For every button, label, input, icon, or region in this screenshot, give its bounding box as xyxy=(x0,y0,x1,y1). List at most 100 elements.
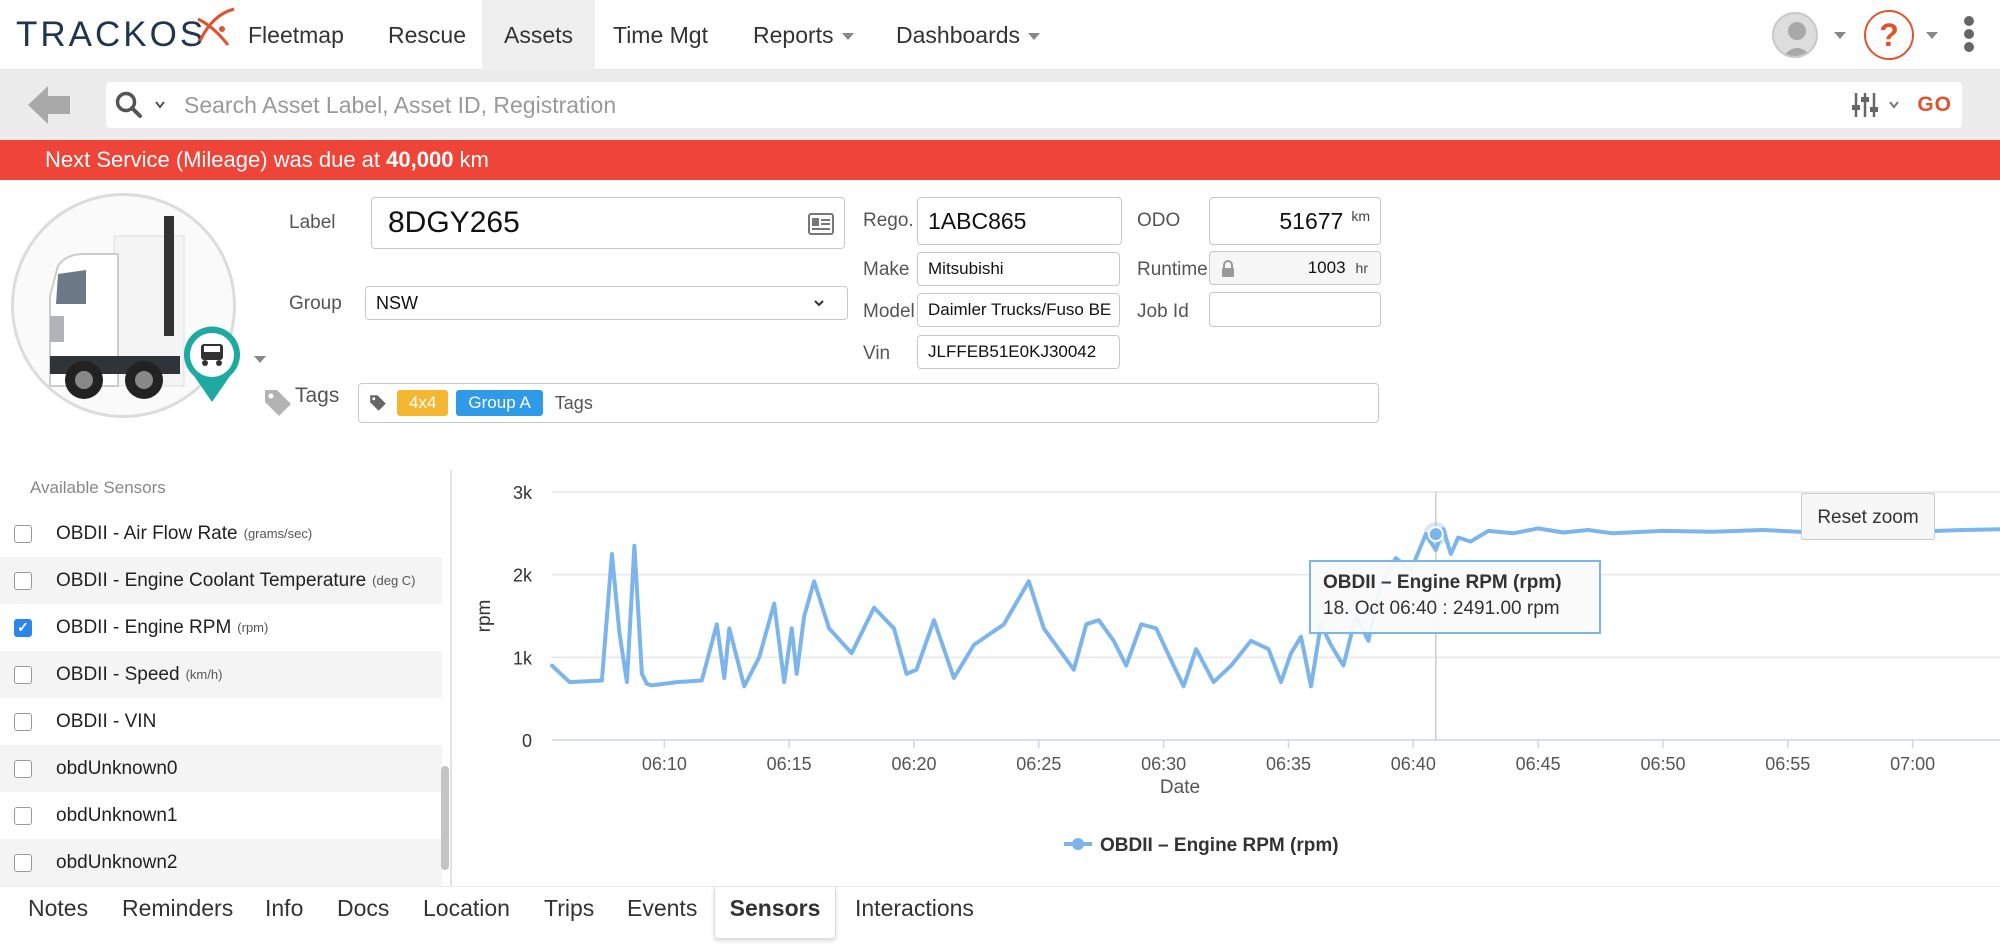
user-avatar[interactable] xyxy=(1772,12,1818,58)
id-card-icon[interactable] xyxy=(808,213,834,235)
nav-reports[interactable]: Reports xyxy=(731,0,876,70)
user-menu-caret-icon[interactable] xyxy=(1834,32,1846,39)
sensor-item[interactable]: obdUnknown0 xyxy=(0,745,442,792)
tag-group-a[interactable]: Group A xyxy=(456,390,543,416)
group-select[interactable]: NSW xyxy=(365,286,848,320)
hover-point xyxy=(1427,526,1444,543)
nav-time-mgt[interactable]: Time Mgt xyxy=(591,0,730,70)
photo-menu-caret-icon[interactable] xyxy=(254,356,266,363)
group-caption: Group xyxy=(289,293,342,314)
reset-zoom-button[interactable]: Reset zoom xyxy=(1801,493,1935,540)
sensor-checkbox-checked[interactable]: ✓ xyxy=(14,618,32,637)
sensor-item[interactable]: obdUnknown1 xyxy=(0,792,442,839)
nav-label: Assets xyxy=(504,22,574,48)
alert-value: 40,000 xyxy=(386,147,454,172)
trackos-logo[interactable]: TRACKOS xyxy=(16,7,238,58)
sensor-item[interactable]: obdUnknown2 xyxy=(0,839,442,886)
tab-interactions[interactable]: Interactions xyxy=(855,887,974,939)
rpm-line-chart[interactable]: 0 1k 2k 3k 06:10 06:15 06:20 06:25 06:30 06:35 06:… xyxy=(460,470,2000,886)
nav-dashboards[interactable]: Dashboards xyxy=(874,0,1062,70)
nav-label: Time Mgt xyxy=(613,22,708,48)
search-mode-chevron-icon[interactable] xyxy=(154,100,166,110)
top-navbar: TRACKOS Fleetmap Rescue Assets Time Mgt … xyxy=(0,0,2000,70)
tag-4x4[interactable]: 4x4 xyxy=(397,390,449,416)
tab-docs[interactable]: Docs xyxy=(337,887,389,939)
sensor-list-heading: Available Sensors xyxy=(30,478,166,497)
asset-label-field[interactable]: 8DGY265 xyxy=(371,197,845,249)
x-tick-label: 06:40 xyxy=(1391,754,1436,774)
x-tick-label: 06:10 xyxy=(642,754,687,774)
sensor-checkbox[interactable] xyxy=(14,806,32,825)
help-button[interactable]: ? xyxy=(1864,10,1914,60)
sensor-item[interactable]: ✓ OBDII - Engine RPM (rpm) xyxy=(0,604,442,651)
tab-sensors[interactable]: Sensors xyxy=(714,887,836,939)
sensor-checkbox[interactable] xyxy=(14,712,32,731)
tag-small-icon xyxy=(370,395,386,411)
sensor-label: OBDII - Speed xyxy=(56,663,180,685)
make-field[interactable]: Mitsubishi xyxy=(917,252,1120,286)
sensor-label: OBDII - Engine RPM xyxy=(56,616,232,638)
nav-label: Reports xyxy=(753,22,834,48)
x-tick-label: 06:25 xyxy=(1016,754,1061,774)
sensor-checkbox[interactable] xyxy=(14,759,32,778)
tags-caption: Tags xyxy=(295,384,340,407)
y-tick-label: 0 xyxy=(522,731,532,751)
nav-fleetmap[interactable]: Fleetmap xyxy=(226,0,366,70)
go-button[interactable]: GO xyxy=(1917,82,1952,128)
filter-chevron-icon[interactable] xyxy=(1888,100,1900,110)
sensor-unit: (deg C) xyxy=(372,573,416,588)
model-caption: Model xyxy=(863,301,915,322)
tab-trips[interactable]: Trips xyxy=(544,887,594,939)
sensor-item[interactable]: OBDII - Speed (km/h) xyxy=(0,651,442,698)
sensor-item[interactable]: OBDII - Air Flow Rate (grams/sec) xyxy=(0,510,442,557)
logo-text: TRACKOS xyxy=(16,15,207,54)
odo-value: 51677 xyxy=(1279,207,1344,234)
search-box: GO xyxy=(106,82,1962,128)
rego-field[interactable]: 1ABC865 xyxy=(917,197,1122,245)
sensor-checkbox[interactable] xyxy=(14,524,32,543)
chevron-down-icon xyxy=(1028,33,1041,41)
sensor-checkbox[interactable] xyxy=(14,853,32,872)
job-id-field[interactable] xyxy=(1209,292,1381,327)
sensor-checkbox[interactable] xyxy=(14,571,32,590)
rego-value: 1ABC865 xyxy=(928,207,1027,234)
more-menu-icon[interactable] xyxy=(1962,14,1976,58)
tab-reminders[interactable]: Reminders xyxy=(122,887,233,939)
x-tick-label: 06:55 xyxy=(1765,754,1810,774)
vin-field[interactable]: JLFFEB51E0KJ30042 xyxy=(917,335,1120,369)
sensor-checkbox[interactable] xyxy=(14,665,32,684)
tab-events[interactable]: Events xyxy=(627,887,697,939)
user-silhouette-icon xyxy=(1783,22,1811,56)
odo-field[interactable]: 51677 km xyxy=(1209,197,1381,245)
sensor-item[interactable]: OBDII - Engine Coolant Temperature (deg C… xyxy=(0,557,442,604)
model-field[interactable]: Daimler Trucks/Fuso BE xyxy=(917,293,1120,327)
help-menu-caret-icon[interactable] xyxy=(1926,32,1938,39)
series-line xyxy=(550,526,2000,689)
tab-location[interactable]: Location xyxy=(423,887,510,939)
search-input[interactable] xyxy=(182,82,1822,128)
vin-value: JLFFEB51E0KJ30042 xyxy=(928,342,1097,361)
runtime-unit: hr xyxy=(1355,260,1368,276)
tab-notes[interactable]: Notes xyxy=(28,887,88,939)
sensor-unit: (rpm) xyxy=(237,620,269,635)
tags-input[interactable]: 4x4 Group A Tags xyxy=(358,383,1379,423)
tooltip-title: OBDII – Engine RPM (rpm) xyxy=(1323,572,1562,593)
filter-sliders-icon[interactable] xyxy=(1850,90,1880,120)
tab-info[interactable]: Info xyxy=(265,887,303,939)
search-icon[interactable] xyxy=(114,90,146,120)
sensor-list-scrollbar[interactable] xyxy=(441,766,449,870)
nav-assets[interactable]: Assets xyxy=(482,0,596,70)
nav-rescue[interactable]: Rescue xyxy=(366,0,488,70)
chevron-down-icon xyxy=(814,300,824,307)
sensor-unit: (km/h) xyxy=(185,667,223,682)
sensor-chart: 0 1k 2k 3k 06:10 06:15 06:20 06:25 06:30 06:35 06:… xyxy=(460,470,2000,886)
sensor-label: OBDII - Air Flow Rate xyxy=(56,522,238,544)
back-arrow-icon[interactable] xyxy=(24,82,76,128)
sensor-label: obdUnknown1 xyxy=(56,804,178,826)
asset-tabs: Notes Reminders Info Docs Location Trips… xyxy=(0,886,2000,944)
sensor-item[interactable]: OBDII - VIN xyxy=(0,698,442,745)
asset-type-pin-icon[interactable] xyxy=(180,324,244,404)
x-tick-label: 06:20 xyxy=(891,754,936,774)
y-tick-label: 3k xyxy=(513,483,533,503)
alert-unit: km xyxy=(453,147,489,172)
